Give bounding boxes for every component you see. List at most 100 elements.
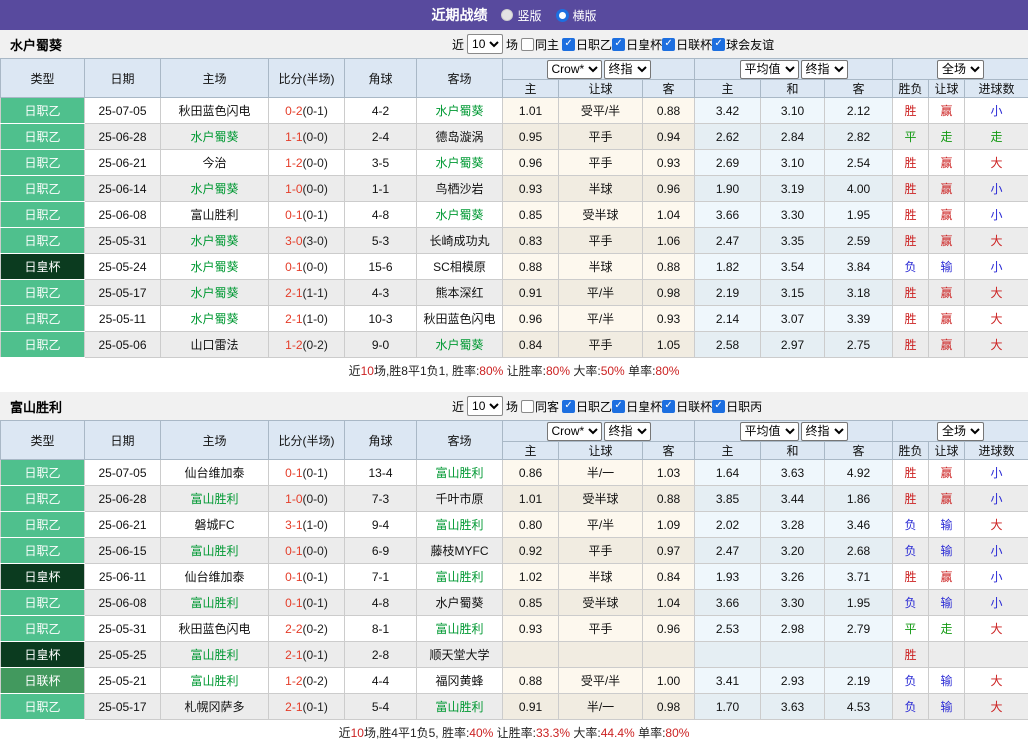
match-type-badge: 日职乙 bbox=[1, 512, 85, 538]
period-select[interactable]: 全场 bbox=[937, 60, 984, 79]
half-time-score: (0-1) bbox=[303, 466, 328, 480]
col-header-home: 主场 bbox=[161, 421, 269, 460]
away-team: 藤枝MYFC bbox=[417, 538, 503, 564]
final-index-select-2[interactable]: 终指 bbox=[801, 422, 848, 441]
checkbox-checked-icon[interactable]: ✓ bbox=[612, 38, 625, 51]
radio-unchecked-icon[interactable] bbox=[501, 9, 513, 21]
half-time-score: (1-1) bbox=[303, 286, 328, 300]
table-row: 日职乙25-06-21磐城FC3-1(1-0)9-4富山胜利0.80平/半1.0… bbox=[1, 512, 1028, 538]
match-type-badge: 日皇杯 bbox=[1, 254, 85, 280]
average-select[interactable]: 平均值 bbox=[740, 60, 799, 79]
avg-away-odds: 3.39 bbox=[825, 306, 893, 332]
result-goals: 小 bbox=[965, 564, 1028, 590]
match-date: 25-07-05 bbox=[85, 460, 161, 486]
average-select[interactable]: 平均值 bbox=[740, 422, 799, 441]
avg-draw-odds: 2.93 bbox=[761, 668, 825, 694]
result-handicap: 走 bbox=[929, 124, 965, 150]
handicap-away-odds: 0.98 bbox=[643, 694, 695, 720]
handicap-home-odds: 0.91 bbox=[503, 694, 559, 720]
corner-score: 5-3 bbox=[345, 228, 417, 254]
league-filter[interactable]: ✓球会友谊 bbox=[712, 36, 774, 53]
handicap-away-odds: 1.04 bbox=[643, 590, 695, 616]
same-venue-filter[interactable]: 同主 bbox=[521, 36, 559, 53]
league-filter[interactable]: ✓日皇杯 bbox=[612, 398, 662, 415]
home-team: 富山胜利 bbox=[161, 538, 269, 564]
radio-checked-icon[interactable] bbox=[556, 9, 569, 22]
period-group-header: 全场 bbox=[893, 421, 1028, 442]
games-label: 场 bbox=[506, 36, 518, 53]
score: 0-1(0-0) bbox=[269, 538, 345, 564]
handicap-line: 受半球 bbox=[559, 202, 643, 228]
corner-score: 5-4 bbox=[345, 694, 417, 720]
league-filter-label: 日职乙 bbox=[576, 398, 612, 415]
league-filter-label: 日职乙 bbox=[576, 36, 612, 53]
league-filter[interactable]: ✓日皇杯 bbox=[612, 36, 662, 53]
league-filter-label: 球会友谊 bbox=[726, 36, 774, 53]
final-index-select-2[interactable]: 终指 bbox=[801, 60, 848, 79]
league-filter[interactable]: ✓日联杯 bbox=[662, 398, 712, 415]
subcol-away-odds: 客 bbox=[643, 80, 695, 98]
period-select[interactable]: 全场 bbox=[937, 422, 984, 441]
handicap-line: 平/半 bbox=[559, 280, 643, 306]
table-row: 日职乙25-06-15富山胜利0-1(0-0)6-9藤枝MYFC0.92平手0.… bbox=[1, 538, 1028, 564]
checkbox-checked-icon[interactable]: ✓ bbox=[662, 38, 675, 51]
avg-draw-odds: 3.54 bbox=[761, 254, 825, 280]
layout-horizontal-radio[interactable]: 横版 bbox=[556, 7, 597, 24]
summary-segment: 80% bbox=[655, 364, 679, 378]
avg-draw-odds: 3.30 bbox=[761, 590, 825, 616]
match-type-badge: 日职乙 bbox=[1, 590, 85, 616]
full-time-score: 2-1 bbox=[285, 286, 302, 300]
summary-segment: 40% bbox=[469, 726, 493, 740]
result-goals: 大 bbox=[965, 616, 1028, 642]
avg-away-odds: 2.54 bbox=[825, 150, 893, 176]
away-team: 水户蜀葵 bbox=[417, 98, 503, 124]
checkbox-checked-icon[interactable]: ✓ bbox=[612, 400, 625, 413]
checkbox-checked-icon[interactable]: ✓ bbox=[562, 400, 575, 413]
avg-draw-odds: 3.63 bbox=[761, 694, 825, 720]
final-index-select[interactable]: 终指 bbox=[604, 60, 651, 79]
table-row: 日职乙25-06-28水户蜀葵1-1(0-0)2-4德岛漩涡0.95平手0.94… bbox=[1, 124, 1028, 150]
match-count-select[interactable]: 10 bbox=[467, 396, 503, 416]
col-header-date: 日期 bbox=[85, 421, 161, 460]
corner-score: 1-1 bbox=[345, 176, 417, 202]
score: 1-2(0-2) bbox=[269, 668, 345, 694]
table-row: 日职乙25-07-05秋田蓝色闪电0-2(0-1)4-2水户蜀葵1.01受平/半… bbox=[1, 98, 1028, 124]
avg-draw-odds: 3.07 bbox=[761, 306, 825, 332]
checkbox-unchecked-icon[interactable] bbox=[521, 400, 534, 413]
checkbox-unchecked-icon[interactable] bbox=[521, 38, 534, 51]
league-filter[interactable]: ✓日职乙 bbox=[562, 398, 612, 415]
match-type-badge: 日职乙 bbox=[1, 538, 85, 564]
subcol-avg-away: 客 bbox=[825, 442, 893, 460]
results-table: 类型 日期 主场 比分(半场) 角球 客场 Crow*终指 平均值终指 全场 bbox=[0, 420, 1028, 720]
checkbox-checked-icon[interactable]: ✓ bbox=[562, 38, 575, 51]
full-time-score: 0-1 bbox=[285, 596, 302, 610]
handicap-away-odds: 1.04 bbox=[643, 202, 695, 228]
bookmaker-select[interactable]: Crow* bbox=[547, 60, 602, 79]
checkbox-checked-icon[interactable]: ✓ bbox=[712, 400, 725, 413]
avg-draw-odds: 3.63 bbox=[761, 460, 825, 486]
checkbox-checked-icon[interactable]: ✓ bbox=[712, 38, 725, 51]
final-index-select[interactable]: 终指 bbox=[604, 422, 651, 441]
avg-draw-odds: 3.10 bbox=[761, 150, 825, 176]
corner-score: 13-4 bbox=[345, 460, 417, 486]
bookmaker-select[interactable]: Crow* bbox=[547, 422, 602, 441]
result-handicap: 赢 bbox=[929, 280, 965, 306]
table-row: 日皇杯25-06-11仙台维加泰0-1(0-1)7-1富山胜利1.02半球0.8… bbox=[1, 564, 1028, 590]
summary-segment: 场,胜4平1负5, 胜率: bbox=[364, 726, 469, 740]
handicap-home-odds: 1.02 bbox=[503, 564, 559, 590]
match-count-select[interactable]: 10 bbox=[467, 34, 503, 54]
checkbox-checked-icon[interactable]: ✓ bbox=[662, 400, 675, 413]
handicap-home-odds: 0.95 bbox=[503, 124, 559, 150]
avg-home-odds: 3.41 bbox=[695, 668, 761, 694]
result-goals: 小 bbox=[965, 202, 1028, 228]
handicap-home-odds: 0.93 bbox=[503, 616, 559, 642]
layout-vertical-radio[interactable]: 竖版 bbox=[501, 7, 541, 24]
score: 2-1(1-1) bbox=[269, 280, 345, 306]
league-filter[interactable]: ✓日职丙 bbox=[712, 398, 762, 415]
corner-score: 9-4 bbox=[345, 512, 417, 538]
league-filter[interactable]: ✓日联杯 bbox=[662, 36, 712, 53]
score: 0-1(0-1) bbox=[269, 202, 345, 228]
same-venue-filter[interactable]: 同客 bbox=[521, 398, 559, 415]
table-row: 日职乙25-06-28富山胜利1-0(0-0)7-3千叶市原1.01受半球0.8… bbox=[1, 486, 1028, 512]
league-filter[interactable]: ✓日职乙 bbox=[562, 36, 612, 53]
